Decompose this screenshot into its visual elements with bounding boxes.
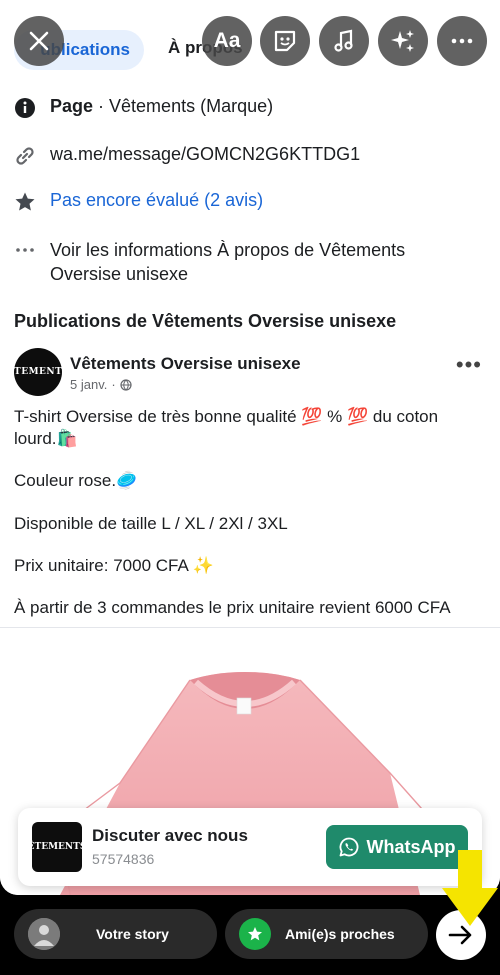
star-icon — [12, 190, 38, 214]
your-story-label: Votre story — [96, 926, 169, 942]
sticker-icon — [274, 30, 296, 52]
chat-card-phone: 57574836 — [92, 851, 155, 867]
chat-logo-text: ÊTEMENTS — [27, 842, 87, 852]
post-author[interactable]: Vêtements Oversise unisexe — [70, 354, 301, 374]
post-text-line: À partir de 3 commandes le prix unitaire… — [14, 598, 451, 617]
post-options-button[interactable]: ••• — [456, 352, 482, 378]
sticker-button[interactable] — [260, 16, 310, 66]
about-text-line1: Voir les informations À propos de Vêteme… — [50, 240, 406, 260]
close-icon — [29, 31, 49, 51]
section-title: Publications de Vêtements Oversise unise… — [14, 311, 397, 331]
your-story-button[interactable]: Votre story — [14, 909, 217, 959]
more-button[interactable] — [437, 16, 487, 66]
globe-icon — [120, 378, 132, 391]
rating-link[interactable]: Pas encore évalué (2 avis) — [50, 190, 263, 211]
page-category: Vêtements (Marque) — [109, 96, 274, 116]
rating-row[interactable]: Pas encore évalué (2 avis) — [12, 190, 488, 214]
post-avatar[interactable]: ÊTEMENTS — [7, 348, 69, 396]
effects-button[interactable] — [378, 16, 428, 66]
close-friends-label: Ami(e)s proches — [285, 926, 395, 942]
highlight-arrow-icon — [442, 850, 498, 926]
website-row[interactable]: wa.me/message/GOMCN2G6KTTDG1 — [12, 144, 488, 168]
post-text-line: Prix unitaire: 7000 CFA ✨ — [14, 556, 214, 575]
post-text-line: Couleur rose.🥏 — [14, 471, 138, 490]
music-button[interactable] — [319, 16, 369, 66]
info-icon — [12, 96, 38, 120]
share-bar: Votre story Ami(e)s proches — [0, 895, 500, 975]
text-tool-label: Aa — [213, 29, 241, 52]
page-category-row: Page · Vêtements (Marque) — [12, 96, 488, 120]
post-text-line: lourd.🛍️ — [14, 429, 78, 448]
whatsapp-icon — [339, 837, 358, 857]
post-date: 5 janv. — [70, 377, 108, 392]
about-row[interactable]: Voir les informations À propos de Vêteme… — [12, 238, 488, 286]
post-meta: 5 janv. · — [70, 377, 132, 392]
text-tool-button[interactable]: Aa — [202, 16, 252, 66]
post-text-line: Disponible de taille L / XL / 2Xl / 3XL — [14, 514, 288, 533]
music-icon — [334, 29, 353, 52]
more-icon — [451, 38, 473, 44]
chat-card-title: Discuter avec nous — [92, 826, 248, 845]
chat-card-logo: ÊTEMENTS — [28, 822, 86, 872]
about-text-line2: Oversise unisexe — [50, 264, 189, 284]
website-link[interactable]: wa.me/message/GOMCN2G6KTTDG1 — [50, 144, 360, 165]
page-label: Page — [50, 96, 94, 116]
post-text-line: T-shirt Oversise de très bonne qualité 💯… — [14, 407, 439, 426]
close-button[interactable] — [14, 16, 64, 66]
page-separator: · — [93, 96, 110, 116]
close-friends-button[interactable]: Ami(e)s proches — [225, 909, 428, 959]
post-meta-dot: · — [111, 377, 116, 392]
chat-card[interactable]: ÊTEMENTS Discuter avec nous 57574836 Wha… — [18, 808, 482, 886]
more-dots-icon — [12, 238, 38, 262]
profile-avatar — [28, 918, 60, 950]
sparkles-icon — [391, 30, 414, 52]
close-friends-star-icon — [239, 918, 271, 950]
link-icon — [12, 144, 38, 168]
story-canvas: ublications À propos Aa Page · Vêtements… — [0, 0, 500, 895]
avatar-text: ÊTEMENTS — [6, 367, 70, 377]
